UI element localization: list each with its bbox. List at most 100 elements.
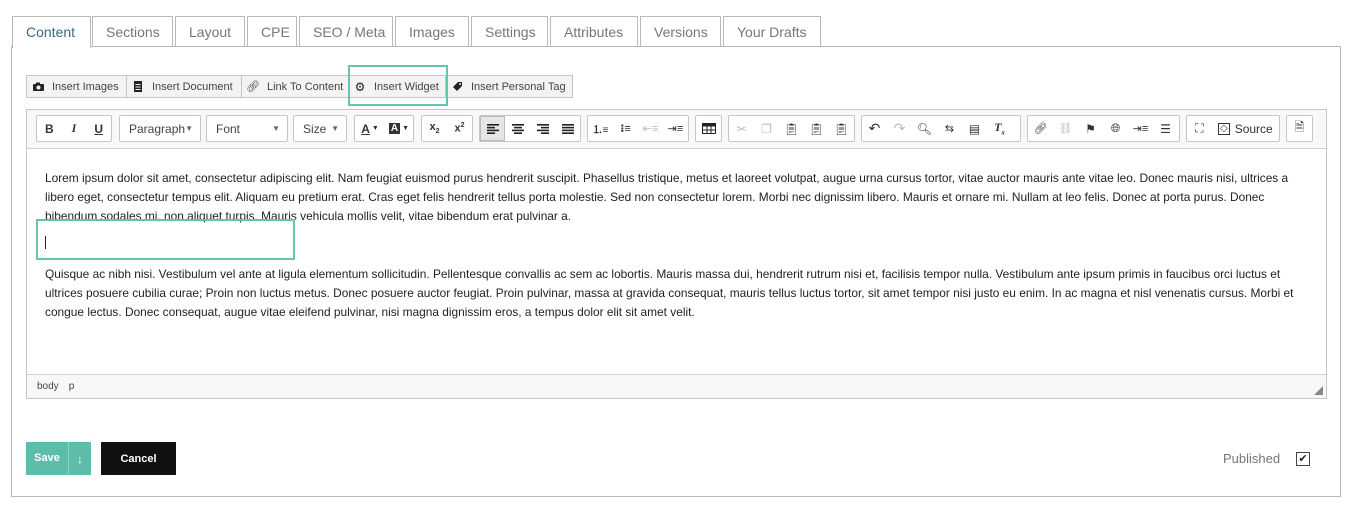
replace-icon: ⇆ xyxy=(944,123,955,135)
cancel-button[interactable]: Cancel xyxy=(101,442,176,475)
insert-document-label: Insert Document xyxy=(152,80,233,93)
editing-group: ↶ ↷ 🔍︎ ⇆ ▤ Tx xyxy=(861,115,1021,142)
numbered-list-button[interactable]: ⒈≡ xyxy=(588,116,613,141)
find-button[interactable]: 🔍︎ xyxy=(912,116,937,141)
blockquote-button[interactable]: ⇥≡ xyxy=(1128,116,1153,141)
link-button[interactable]: 🔗︎ xyxy=(1028,116,1053,141)
tab-layout[interactable]: Layout xyxy=(175,16,245,47)
path-element-p[interactable]: p xyxy=(69,381,75,392)
unlink-button[interactable]: ⛓ xyxy=(1053,116,1078,141)
remove-format-button[interactable]: Tx xyxy=(987,116,1012,141)
insert-widget-label: Insert Widget xyxy=(374,80,439,93)
paste-text-button[interactable]: 📋︎ xyxy=(804,116,829,141)
font-combo-label: Font xyxy=(216,121,241,136)
tab-your-drafts[interactable]: Your Drafts xyxy=(723,16,821,47)
resize-handle-icon[interactable] xyxy=(1314,386,1323,395)
paste-word-button[interactable]: 📋︎ xyxy=(829,116,854,141)
gear-icon: ⚙ xyxy=(354,79,366,94)
remove-format-icon: Tx xyxy=(994,120,1005,137)
outdent-icon: ⇤≡ xyxy=(642,123,659,135)
language-button[interactable]: 🌐︎ xyxy=(1103,116,1128,141)
published-checkbox[interactable]: ✔ xyxy=(1296,452,1310,466)
background-color-icon: A xyxy=(388,123,401,134)
background-color-button[interactable]: A ▼ xyxy=(385,116,413,141)
size-combo[interactable]: Size ▼ xyxy=(293,115,347,142)
format-combo[interactable]: Paragraph ▼ xyxy=(119,115,201,142)
horizontal-rule-button[interactable]: ☰ xyxy=(1153,116,1178,141)
link-to-content-button[interactable]: 🔗︎ Link To Content xyxy=(241,75,349,98)
subscript-button[interactable]: x2 xyxy=(422,116,447,141)
insert-toolbar: Insert Images Insert Document 🔗︎ Link To… xyxy=(26,75,573,98)
tab-sections[interactable]: Sections xyxy=(92,16,173,47)
document-icon xyxy=(132,81,144,93)
subscript-icon: x2 xyxy=(429,121,440,136)
align-left-icon xyxy=(486,123,499,134)
redo-icon: ↷ xyxy=(893,120,906,136)
table-icon xyxy=(701,123,716,134)
editor-content-area[interactable]: Lorem ipsum dolor sit amet, consectetur … xyxy=(27,150,1326,374)
link-icon: 🔗︎ xyxy=(1033,123,1048,135)
document-group: ⛶ ◇ Source xyxy=(1186,115,1280,142)
underline-button[interactable]: U xyxy=(86,116,111,141)
cut-button[interactable]: ✂ xyxy=(729,116,754,141)
insert-images-label: Insert Images xyxy=(52,80,119,93)
copy-button[interactable]: ❐ xyxy=(754,116,779,141)
document-icon: 🗎 xyxy=(1294,120,1305,134)
indent-button[interactable]: ⇥≡ xyxy=(663,116,688,141)
outdent-button[interactable]: ⇤≡ xyxy=(638,116,663,141)
select-all-button[interactable]: ▤ xyxy=(962,116,987,141)
maximize-button[interactable]: ⛶ xyxy=(1187,116,1212,141)
undo-icon: ↶ xyxy=(868,120,881,136)
align-left-button[interactable] xyxy=(480,116,505,141)
align-right-button[interactable] xyxy=(530,116,555,141)
editor-path-bar: body p xyxy=(27,374,1326,398)
flag-icon: ⚑ xyxy=(1085,121,1096,136)
align-center-button[interactable] xyxy=(505,116,530,141)
list-group: ⒈≡ ⁝≡ ⇤≡ ⇥≡ xyxy=(587,115,689,142)
tab-cpe[interactable]: CPE xyxy=(247,16,297,47)
undo-button[interactable]: ↶ xyxy=(862,116,887,141)
source-button[interactable]: ◇ Source xyxy=(1212,116,1278,141)
justify-icon xyxy=(561,123,574,134)
tab-settings[interactable]: Settings xyxy=(471,16,548,47)
tab-attributes[interactable]: Attributes xyxy=(550,16,638,47)
tab-versions[interactable]: Versions xyxy=(640,16,721,47)
italic-button[interactable]: I xyxy=(62,116,87,141)
maximize-icon: ⛶ xyxy=(1195,121,1204,135)
table-button[interactable] xyxy=(696,116,721,141)
link-to-content-label: Link To Content xyxy=(267,80,344,93)
save-button[interactable]: Save xyxy=(26,442,69,475)
redo-button[interactable]: ↷ xyxy=(887,116,912,141)
paste-text-icon: 📋︎ xyxy=(808,121,825,136)
script-group: x2 x2 xyxy=(421,115,473,142)
checkmark-icon: ✔ xyxy=(1298,453,1308,465)
insert-widget-button[interactable]: ⚙ Insert Widget xyxy=(348,75,446,98)
replace-button[interactable]: ⇆ xyxy=(937,116,962,141)
path-element-body[interactable]: body xyxy=(37,381,59,392)
text-color-button[interactable]: A ▼ xyxy=(355,116,385,141)
save-dropdown-button[interactable]: ↓ xyxy=(69,452,91,466)
paste-button[interactable]: 📋︎ xyxy=(779,116,804,141)
numbered-list-icon: ⒈≡ xyxy=(592,125,609,136)
templates-button[interactable]: 🗎 xyxy=(1287,116,1312,141)
save-button-group: Save ↓ xyxy=(26,442,91,475)
paste-icon: 📋︎ xyxy=(783,121,800,136)
align-group xyxy=(479,115,581,142)
tab-content[interactable]: Content xyxy=(12,16,91,48)
source-icon: ◇ xyxy=(1218,122,1230,135)
anchor-button[interactable]: ⚑ xyxy=(1078,116,1103,141)
templates-group: 🗎 xyxy=(1286,115,1313,142)
links-group: 🔗︎ ⛓ ⚑ 🌐︎ ⇥≡ ☰ xyxy=(1027,115,1180,142)
justify-button[interactable] xyxy=(555,116,580,141)
tab-images[interactable]: Images xyxy=(395,16,469,47)
insert-images-button[interactable]: Insert Images xyxy=(26,75,127,98)
tag-icon xyxy=(451,81,463,93)
insert-personal-tag-button[interactable]: Insert Personal Tag xyxy=(445,75,573,98)
superscript-button[interactable]: x2 xyxy=(447,116,472,141)
superscript-icon: x2 xyxy=(454,122,465,135)
tab-seo-meta[interactable]: SEO / Meta xyxy=(299,16,393,47)
bulleted-list-button[interactable]: ⁝≡ xyxy=(613,116,638,141)
bold-button[interactable]: B xyxy=(37,116,62,141)
font-combo[interactable]: Font ▼ xyxy=(206,115,288,142)
insert-document-button[interactable]: Insert Document xyxy=(126,75,242,98)
